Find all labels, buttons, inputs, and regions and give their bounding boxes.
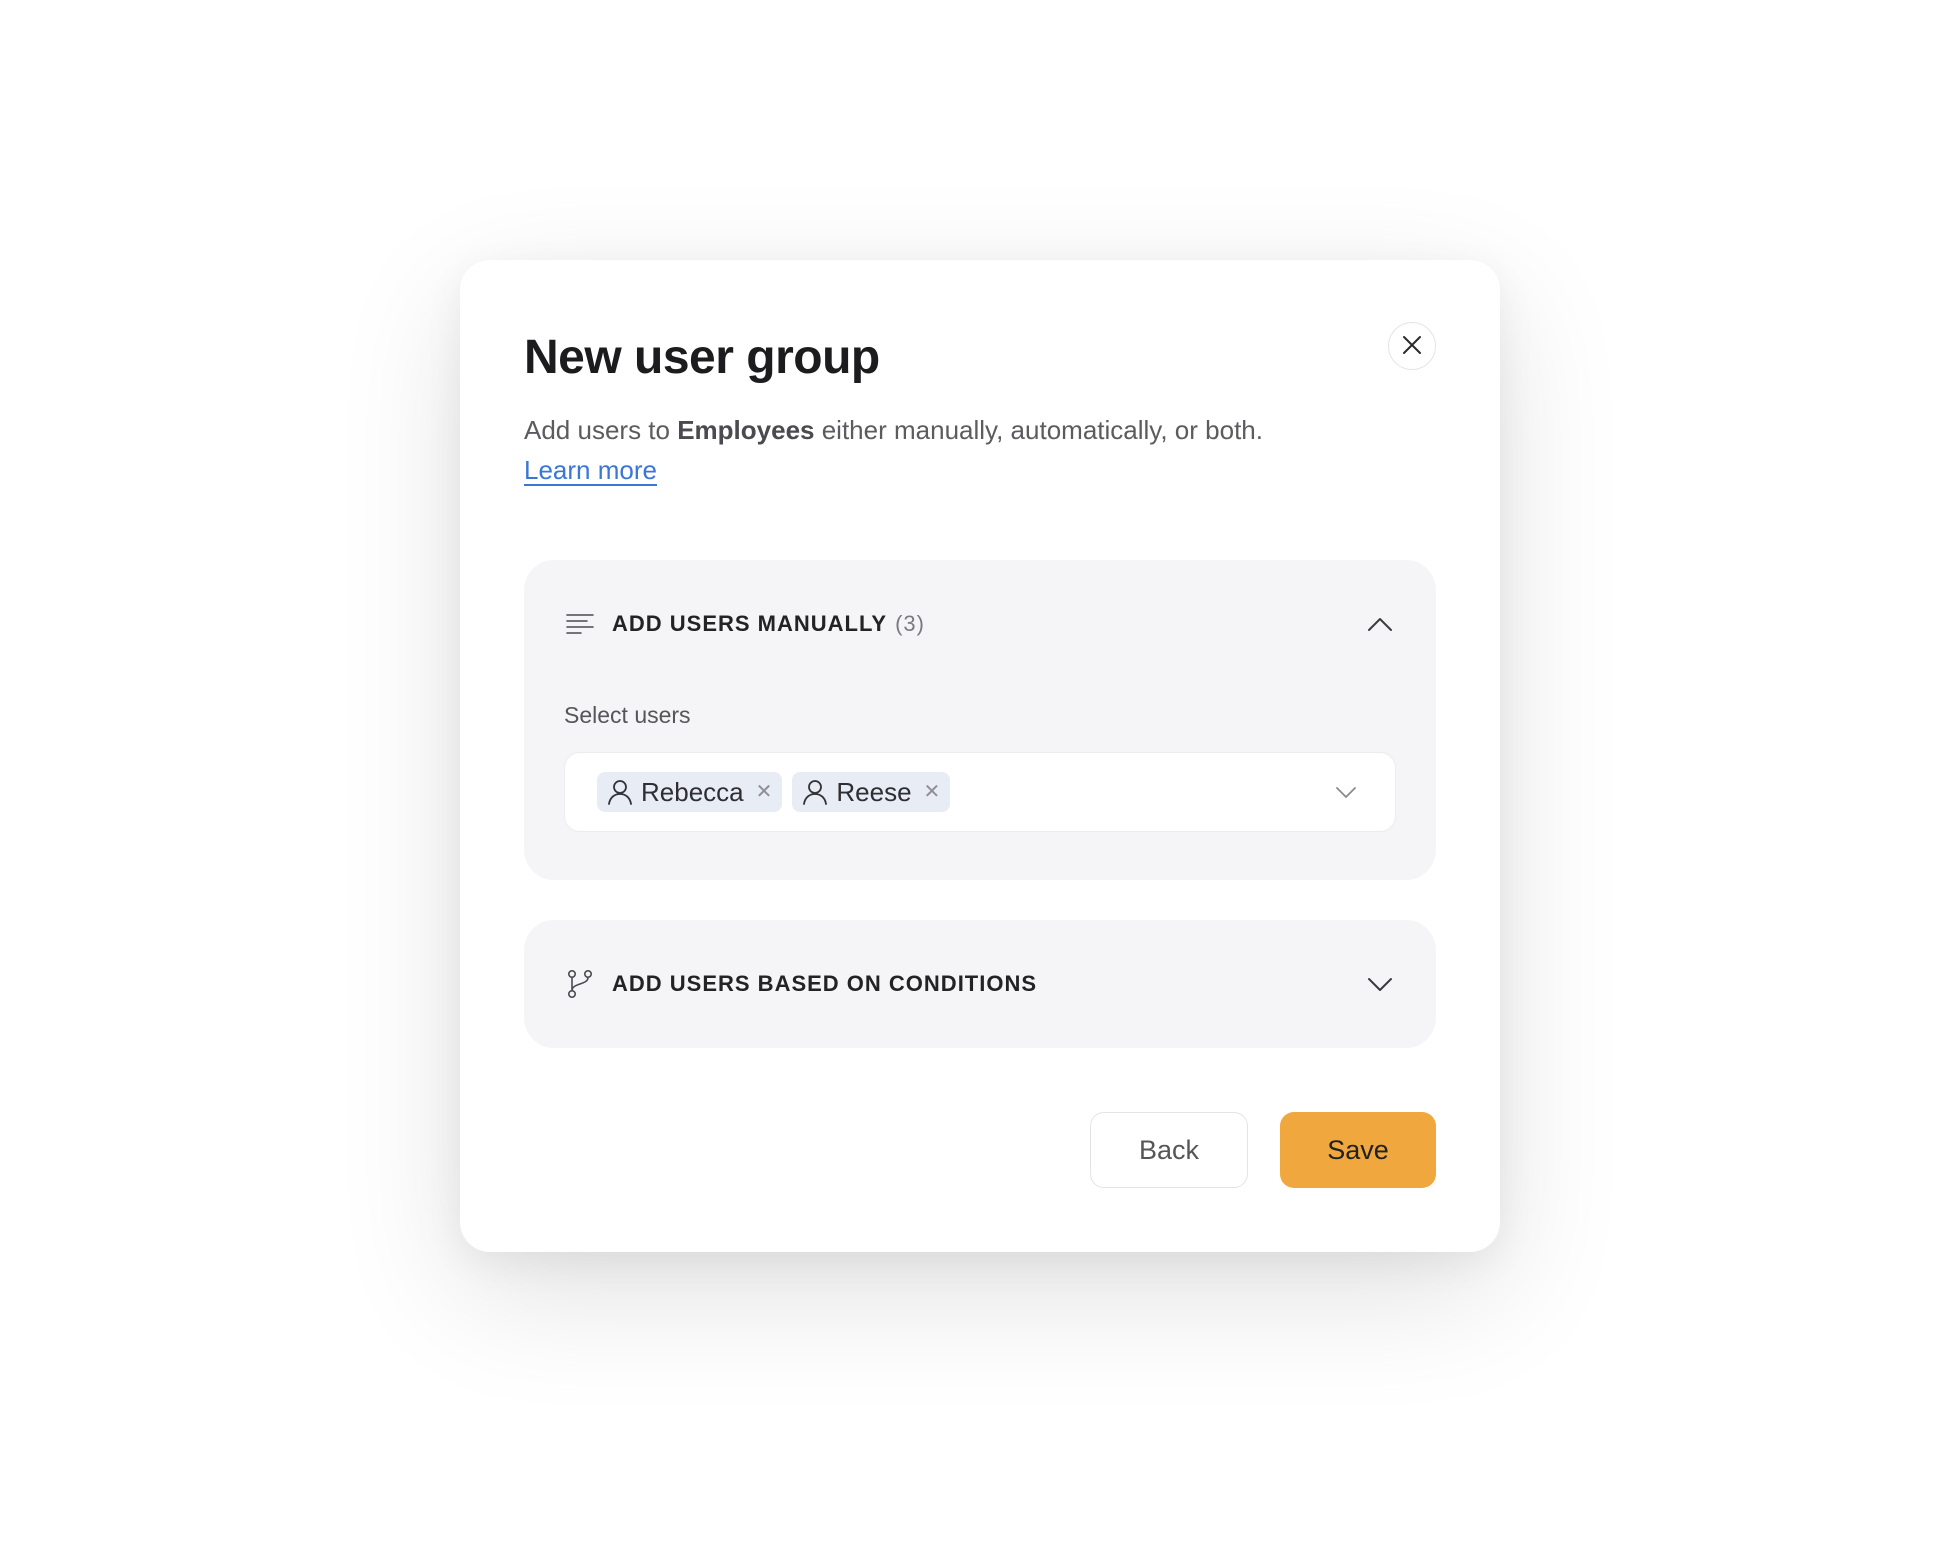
user-chip-label: Rebecca	[641, 776, 744, 807]
dialog-title: New user group	[524, 331, 880, 384]
selected-count: (3)	[895, 611, 925, 636]
branch-icon	[564, 968, 596, 1000]
subtitle-prefix: Add users to	[524, 415, 678, 445]
remove-user-icon[interactable]: ✕	[756, 782, 773, 802]
remove-user-icon[interactable]: ✕	[924, 782, 941, 802]
add-users-manually-title: ADD USERS MANUALLY	[612, 611, 888, 636]
user-chip-label: Reese	[836, 776, 912, 807]
add-users-manually-header[interactable]: ADD USERS MANUALLY (3)	[564, 600, 1396, 648]
chevron-down-icon[interactable]	[1331, 777, 1361, 807]
list-icon	[564, 608, 596, 640]
select-users-dropdown[interactable]: Rebecca ✕ Reese ✕	[564, 752, 1396, 832]
group-name: Employees	[677, 415, 815, 445]
user-chip-reese: Reese ✕	[792, 772, 951, 812]
subtitle-suffix: either manually, automatically, or both.	[814, 415, 1263, 445]
add-users-conditions-title: ADD USERS BASED ON CONDITIONS	[612, 971, 1038, 996]
select-users-label: Select users	[564, 702, 691, 728]
chevron-up-icon[interactable]	[1364, 608, 1396, 640]
close-icon	[1400, 333, 1424, 360]
back-button[interactable]: Back	[1090, 1112, 1248, 1188]
user-icon	[800, 777, 830, 807]
chevron-down-icon[interactable]	[1364, 968, 1396, 1000]
new-user-group-dialog: New user group Add users to Employees ei…	[460, 260, 1500, 1252]
close-button[interactable]	[1388, 322, 1436, 370]
user-icon	[605, 777, 635, 807]
learn-more-link[interactable]: Learn more	[524, 455, 657, 485]
save-button[interactable]: Save	[1280, 1112, 1436, 1188]
add-users-conditions-header[interactable]: ADD USERS BASED ON CONDITIONS	[564, 960, 1396, 1008]
add-users-manually-section: ADD USERS MANUALLY (3) Select users Rebe…	[524, 560, 1436, 880]
user-chip-rebecca: Rebecca ✕	[597, 772, 783, 812]
add-users-conditions-section: ADD USERS BASED ON CONDITIONS	[524, 920, 1436, 1048]
dialog-subtitle: Add users to Employees either manually, …	[524, 410, 1374, 490]
